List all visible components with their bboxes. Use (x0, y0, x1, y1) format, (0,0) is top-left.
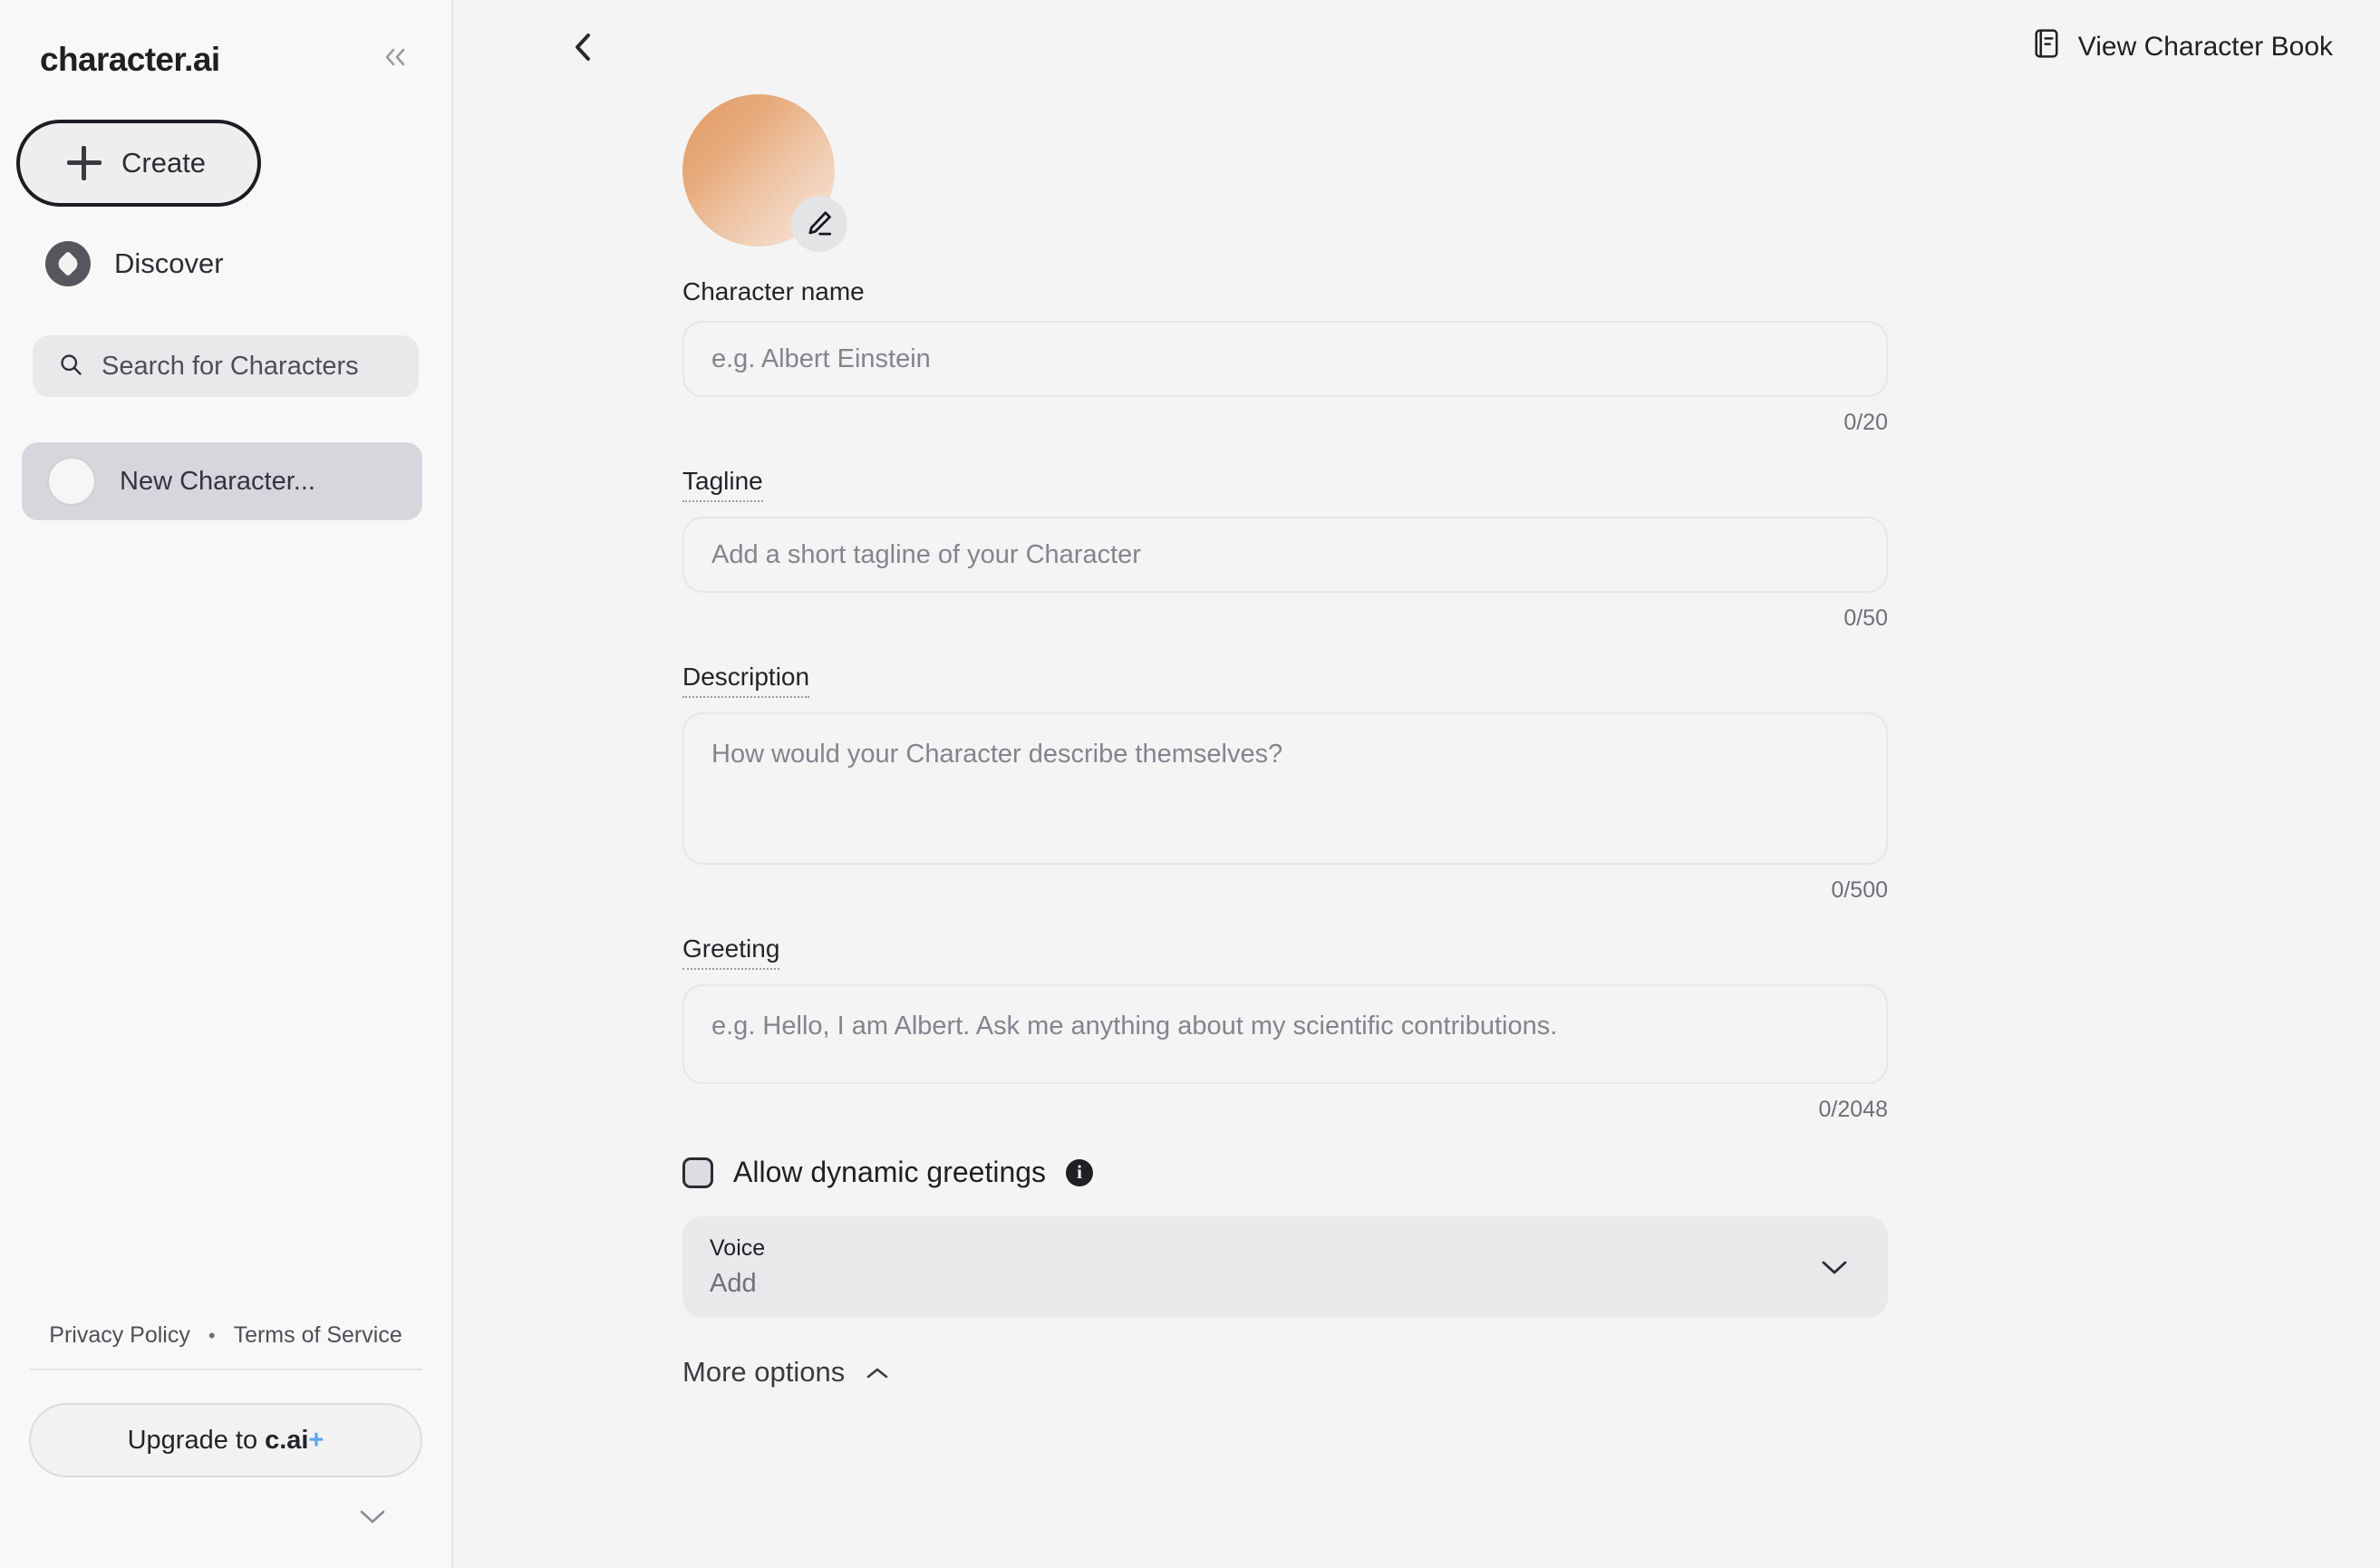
app-logo: character.ai (40, 41, 220, 78)
tagline-input[interactable]: Add a short tagline of your Character (682, 517, 1888, 593)
main-content: View Character Book Character name e.g. … (453, 0, 2380, 1568)
legal-separator: • (208, 1323, 216, 1347)
field-description: Description How would your Character des… (682, 663, 1888, 904)
greeting-textarea[interactable]: e.g. Hello, I am Albert. Ask me anything… (682, 984, 1888, 1084)
search-icon (58, 352, 83, 382)
search-input-placeholder: Search for Characters (102, 351, 359, 381)
sidebar-footer: Privacy Policy • Terms of Service Upgrad… (0, 1322, 451, 1568)
terms-of-service-link[interactable]: Terms of Service (234, 1322, 402, 1349)
avatar (47, 457, 96, 506)
upgrade-button[interactable]: Upgrade to c.ai + (29, 1403, 422, 1477)
tagline-label[interactable]: Tagline (682, 467, 763, 502)
allow-dynamic-greetings-row: Allow dynamic greetings i (682, 1156, 1888, 1189)
main-header: View Character Book (453, 0, 2380, 94)
description-placeholder: How would your Character describe themse… (711, 740, 1283, 769)
character-name-placeholder: e.g. Albert Einstein (711, 344, 931, 373)
privacy-policy-link[interactable]: Privacy Policy (49, 1322, 190, 1349)
field-greeting: Greeting e.g. Hello, I am Albert. Ask me… (682, 934, 1888, 1123)
chevron-down-icon (360, 1510, 385, 1524)
more-options-toggle[interactable]: More options (682, 1356, 1888, 1389)
character-name-input[interactable]: e.g. Albert Einstein (682, 321, 1888, 397)
tagline-counter: 0/50 (1843, 605, 1888, 631)
app-root: character.ai Create Discover Search for … (0, 0, 2380, 1568)
info-icon[interactable]: i (1066, 1158, 1094, 1186)
tagline-placeholder: Add a short tagline of your Character (711, 539, 1141, 569)
list-item[interactable]: New Character... (22, 442, 422, 520)
sidebar-item-discover-label: Discover (114, 247, 224, 279)
search-input[interactable]: Search for Characters (33, 335, 419, 397)
pencil-icon (808, 211, 832, 236)
upgrade-plus-icon: + (308, 1425, 324, 1455)
back-button[interactable] (569, 28, 598, 66)
legal-links: Privacy Policy • Terms of Service (0, 1322, 451, 1369)
allow-dynamic-greetings-label[interactable]: Allow dynamic greetings (733, 1156, 1046, 1189)
more-options-label: More options (682, 1356, 846, 1388)
description-label[interactable]: Description (682, 663, 810, 698)
description-counter: 0/500 (1831, 877, 1888, 903)
sidebar-item-discover[interactable]: Discover (45, 234, 317, 294)
sidebar-expand-button[interactable] (0, 1477, 451, 1526)
sidebar: character.ai Create Discover Search for … (0, 0, 453, 1568)
character-form: Character name e.g. Albert Einstein 0/20… (682, 94, 1888, 1389)
list-item-label: New Character... (120, 466, 315, 496)
greeting-label[interactable]: Greeting (682, 934, 780, 970)
chevron-double-left-icon (385, 48, 405, 66)
character-name-counter: 0/20 (1843, 410, 1888, 435)
view-character-book-button[interactable]: View Character Book (2033, 28, 2333, 66)
greeting-placeholder: e.g. Hello, I am Albert. Ask me anything… (711, 1011, 1558, 1040)
footer-divider (29, 1369, 422, 1370)
compass-icon (45, 241, 91, 286)
character-name-label: Character name (682, 277, 865, 305)
character-avatar[interactable] (682, 94, 847, 252)
view-character-book-label: View Character Book (2077, 32, 2333, 62)
chevron-left-icon (576, 34, 590, 61)
chevron-up-icon (865, 1356, 890, 1389)
description-textarea[interactable]: How would your Character describe themse… (682, 712, 1888, 865)
book-icon (2033, 28, 2060, 66)
create-button[interactable]: Create (16, 120, 261, 207)
plus-icon (67, 146, 102, 180)
field-tagline: Tagline Add a short tagline of your Char… (682, 467, 1888, 632)
sidebar-header: character.ai (0, 0, 451, 80)
create-button-label: Create (121, 147, 207, 179)
voice-select[interactable]: Voice Add (682, 1216, 1888, 1318)
upgrade-button-label: Upgrade to (127, 1425, 258, 1455)
voice-value: Add (710, 1269, 757, 1298)
sidebar-collapse-button[interactable] (373, 40, 419, 80)
edit-avatar-button[interactable] (791, 196, 847, 252)
voice-label: Voice (710, 1235, 766, 1261)
field-character-name: Character name e.g. Albert Einstein 0/20 (682, 277, 1888, 436)
greeting-counter: 0/2048 (1818, 1097, 1888, 1122)
allow-dynamic-greetings-checkbox[interactable] (682, 1157, 713, 1188)
chevron-down-icon (1819, 1257, 1850, 1277)
voice-select-text: Voice Add (710, 1235, 765, 1299)
upgrade-brand-label: c.ai (265, 1425, 309, 1455)
